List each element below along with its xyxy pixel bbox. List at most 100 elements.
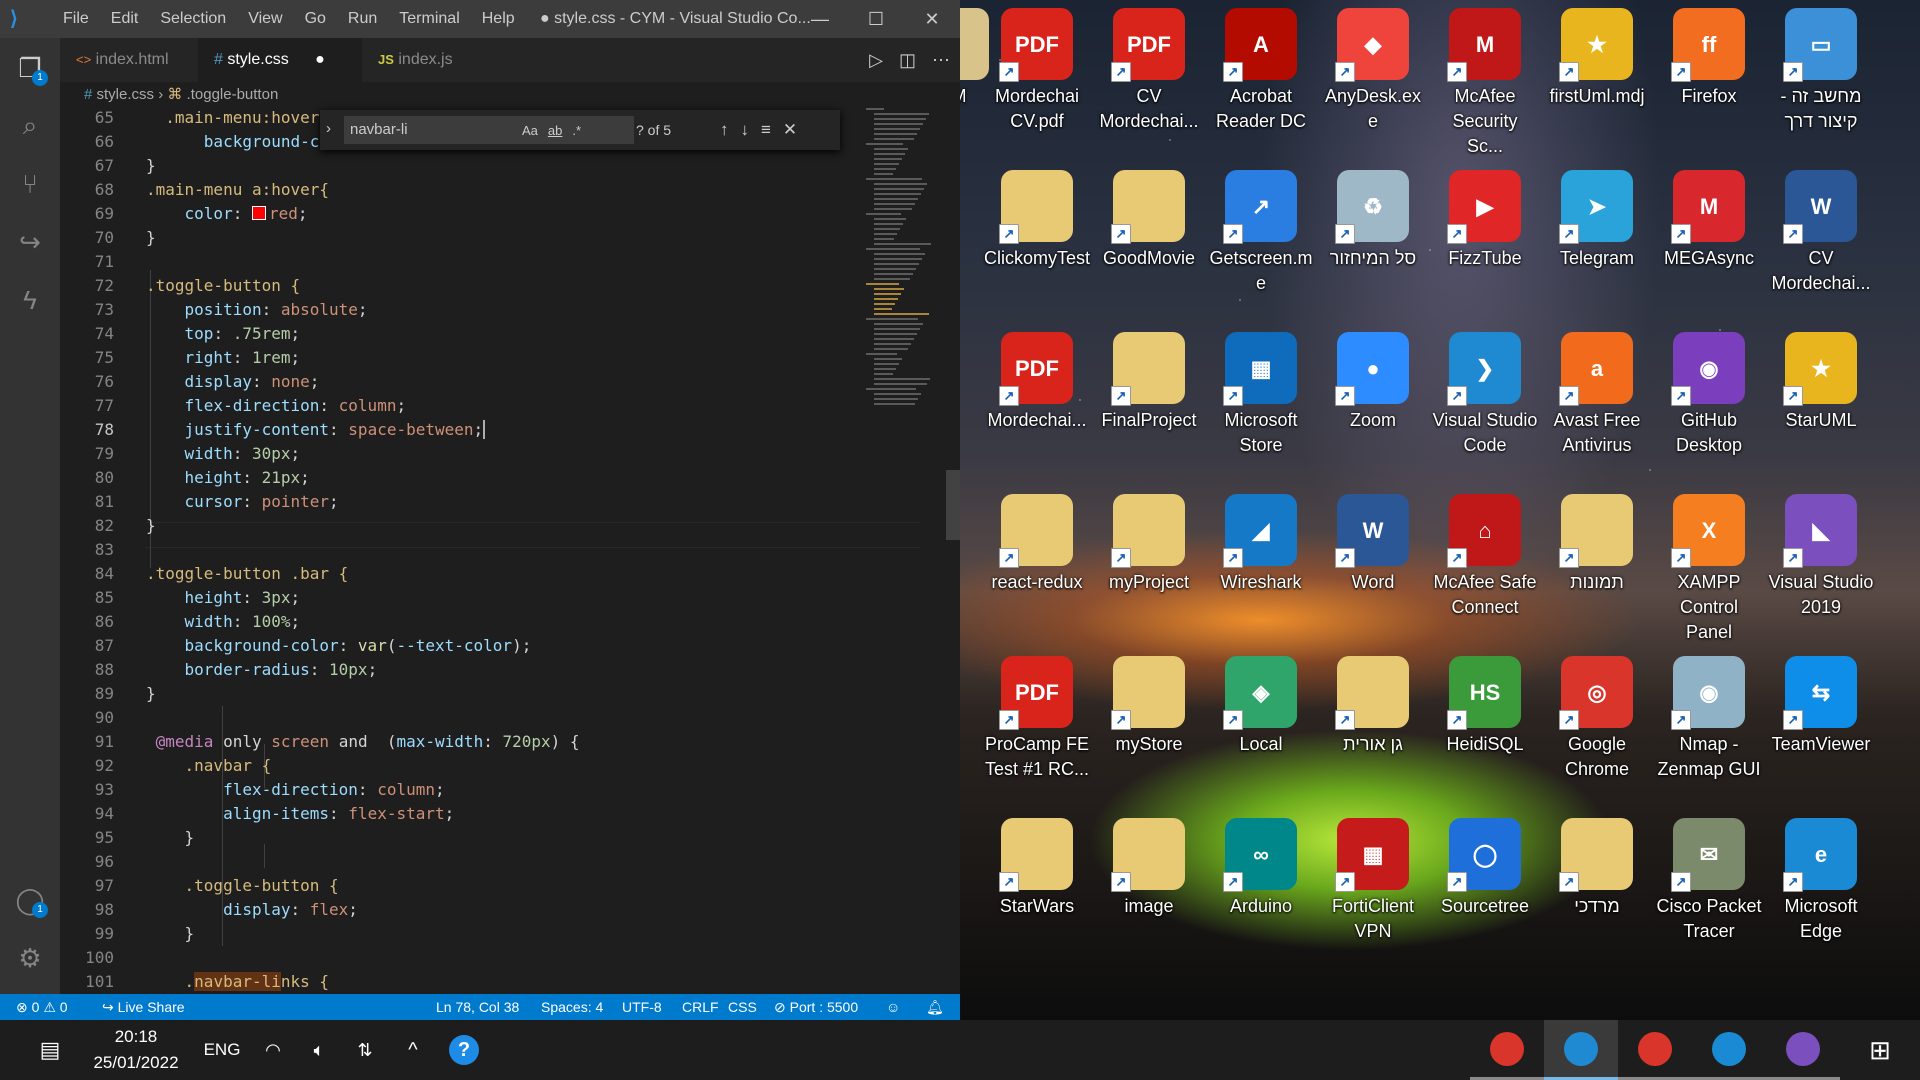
desktop-icon[interactable]: ◯ Sourcetree [1430, 810, 1540, 960]
desktop-icon[interactable]: AAcrobat Reader DC [1206, 0, 1316, 150]
thunder-icon[interactable]: ϟ [10, 280, 50, 320]
desktop-icon[interactable]: M MEGAsync [1654, 162, 1764, 312]
split-editor-icon[interactable]: ◫ [899, 50, 916, 71]
desktop-icon[interactable]: image [1094, 810, 1204, 960]
desktop-icon[interactable]: תמונות [1542, 486, 1652, 636]
desktop-icon[interactable]: PDFProCamp FE Test #1 RC... [982, 648, 1092, 798]
notifications-bell-icon[interactable]: 🔔︎ [926, 994, 944, 1020]
desktop-icon[interactable]: ClickomyTest [982, 162, 1092, 312]
close-icon[interactable]: ✕ [904, 0, 960, 38]
indentation[interactable]: Spaces: 4 [541, 994, 603, 1020]
desktop-icon[interactable]: ∞ Arduino [1206, 810, 1316, 960]
desktop-icon[interactable]: myProject [1094, 486, 1204, 636]
vertical-scrollbar[interactable] [946, 108, 960, 994]
desktop-icon[interactable]: FinalProject [1094, 324, 1204, 474]
desktop-icon[interactable]: ▦Microsoft Store [1206, 324, 1316, 474]
run-icon[interactable]: ▷ [869, 50, 883, 71]
desktop-icon[interactable]: W Word [1318, 486, 1428, 636]
find-input[interactable]: navbar-li [344, 116, 634, 144]
desktop-icon[interactable]: ✉Cisco Packet Tracer [1654, 810, 1764, 960]
menu-selection[interactable]: Selection [149, 0, 237, 38]
desktop-icon[interactable]: react-redux [982, 486, 1092, 636]
desktop-icon[interactable]: ◢ Wireshark [1206, 486, 1316, 636]
desktop-icon[interactable]: ★ StarUML [1766, 324, 1876, 474]
cursor-position[interactable]: Ln 78, Col 38 [436, 994, 519, 1020]
unsaved-dot-icon[interactable]: ● [315, 51, 325, 68]
desktop-icon[interactable]: ➤ Telegram [1542, 162, 1652, 312]
desktop-icon[interactable]: PDFCV Mordechai... [1094, 0, 1204, 150]
live-server-port[interactable]: ⊘ Port : 5500 [774, 994, 858, 1020]
wifi-icon[interactable]: ◠ [258, 1020, 288, 1080]
desktop-icon[interactable]: ▶ FizzTube [1430, 162, 1540, 312]
line-ending[interactable]: CRLF [682, 994, 719, 1020]
arrow-down-icon[interactable]: ↓ [741, 120, 750, 140]
accounts-icon[interactable]: ◯ 1 [10, 880, 50, 920]
live-share-status[interactable]: ↪ Live Share [102, 994, 185, 1020]
desktop-icon[interactable]: aAvast Free Antivirus [1542, 324, 1652, 474]
desktop-icon[interactable]: ◣Visual Studio 2019 [1766, 486, 1876, 636]
desktop-icon[interactable]: ♻ סל המיחזור [1318, 162, 1428, 312]
settings-gear-icon[interactable]: ⚙ [10, 938, 50, 978]
desktop-icon[interactable]: ⌂McAfee Safe Connect [1430, 486, 1540, 636]
desktop-icon[interactable]: ◈ Local [1206, 648, 1316, 798]
desktop-icon[interactable]: ff Firefox [1654, 0, 1764, 150]
minimize-icon[interactable]: — [792, 0, 848, 38]
help-icon[interactable]: ? [446, 1020, 482, 1080]
desktop-icon[interactable]: ❯Visual Studio Code [1430, 324, 1540, 474]
find-in-selection-icon[interactable]: ≡ [761, 120, 771, 140]
maximize-icon[interactable]: ☐ [848, 0, 904, 38]
color-swatch-icon[interactable] [251, 206, 266, 220]
desktop-icon[interactable]: HS HeidiSQL [1430, 648, 1540, 798]
desktop-icon[interactable]: גן אורית [1318, 648, 1428, 798]
desktop-icon[interactable]: ↗Getscreen.me [1206, 162, 1316, 312]
menu-view[interactable]: View [237, 0, 293, 38]
desktop-icon[interactable]: myStore [1094, 648, 1204, 798]
breadcrumb-file[interactable]: style.css [97, 86, 155, 103]
desktop-icon[interactable]: eMicrosoft Edge [1766, 810, 1876, 960]
taskbar-chrome-icon[interactable] [1618, 1020, 1692, 1080]
more-actions-icon[interactable]: ⋯ [932, 50, 950, 71]
desktop-icon[interactable]: ◉GitHub Desktop [1654, 324, 1764, 474]
explorer-icon[interactable]: ❐ 1 [10, 48, 50, 88]
desktop-icon[interactable]: StarWars [982, 810, 1092, 960]
scrollbar-thumb[interactable] [946, 470, 960, 540]
input-language[interactable]: ENG [200, 1020, 244, 1080]
match-case-icon[interactable]: Aa [522, 123, 538, 138]
action-center-icon[interactable]: ▤ [30, 1020, 70, 1080]
start-windows-icon[interactable]: ⊞ [1855, 1020, 1905, 1080]
desktop-icon[interactable]: ▦FortiClient VPN [1318, 810, 1428, 960]
problems-indicator[interactable]: ⊗ 0 ⚠ 0 [16, 994, 68, 1020]
match-whole-word-icon[interactable]: ab [548, 123, 562, 138]
desktop-icon[interactable]: XXAMPP Control Panel [1654, 486, 1764, 642]
encoding[interactable]: UTF-8 [622, 994, 662, 1020]
desktop-icon[interactable]: MMcAfee Security Sc... [1430, 0, 1540, 156]
code-editor[interactable]: 65 66 67 68 69 70 71 72 73 74 75 76 77 78 79 80 81 82 83 84… [60, 108, 960, 994]
desktop-icon[interactable]: WCV Mordechai... [1766, 162, 1876, 312]
menu-help[interactable]: Help [471, 0, 526, 38]
breadcrumb-symbol[interactable]: .toggle-button [187, 86, 279, 103]
live-share-icon[interactable]: ↪ [10, 222, 50, 262]
desktop-icon[interactable]: ◆AnyDesk.exe [1318, 0, 1428, 150]
clock[interactable]: 20:18 25/01/2022 [86, 1020, 186, 1080]
desktop-icon[interactable]: מרדכי [1542, 810, 1652, 960]
language-mode[interactable]: CSS [728, 994, 757, 1020]
taskbar-visual-studio-icon[interactable] [1766, 1020, 1840, 1080]
desktop-icon[interactable]: ★ firstUml.mdj [1542, 0, 1652, 150]
menu-run[interactable]: Run [337, 0, 388, 38]
show-hidden-icons-chevron-icon[interactable]: ^ [398, 1020, 428, 1080]
desktop-icon[interactable]: PDF Mordechai... [982, 324, 1092, 474]
close-find-icon[interactable]: ✕ [783, 120, 797, 140]
desktop-icon[interactable]: ▭מחשב זה - קיצור דרך [1766, 0, 1876, 150]
minimap[interactable] [866, 108, 946, 408]
menu-terminal[interactable]: Terminal [388, 0, 470, 38]
menu-file[interactable]: File [52, 0, 100, 38]
source-control-icon[interactable]: ⑂ [10, 164, 50, 204]
taskbar-vscode-icon[interactable] [1544, 1020, 1618, 1080]
desktop-icon[interactable]: ⇆ TeamViewer [1766, 648, 1876, 798]
taskbar-edge-icon[interactable] [1692, 1020, 1766, 1080]
taskbar-chrome-profile-icon[interactable] [1470, 1020, 1544, 1080]
arrow-up-icon[interactable]: ↑ [720, 120, 729, 140]
onedrive-sync-icon[interactable]: ⇅ [350, 1020, 380, 1080]
volume-icon[interactable]: 🔈︎ [304, 1020, 334, 1080]
desktop-icon[interactable]: ◉Nmap - Zenmap GUI [1654, 648, 1764, 798]
